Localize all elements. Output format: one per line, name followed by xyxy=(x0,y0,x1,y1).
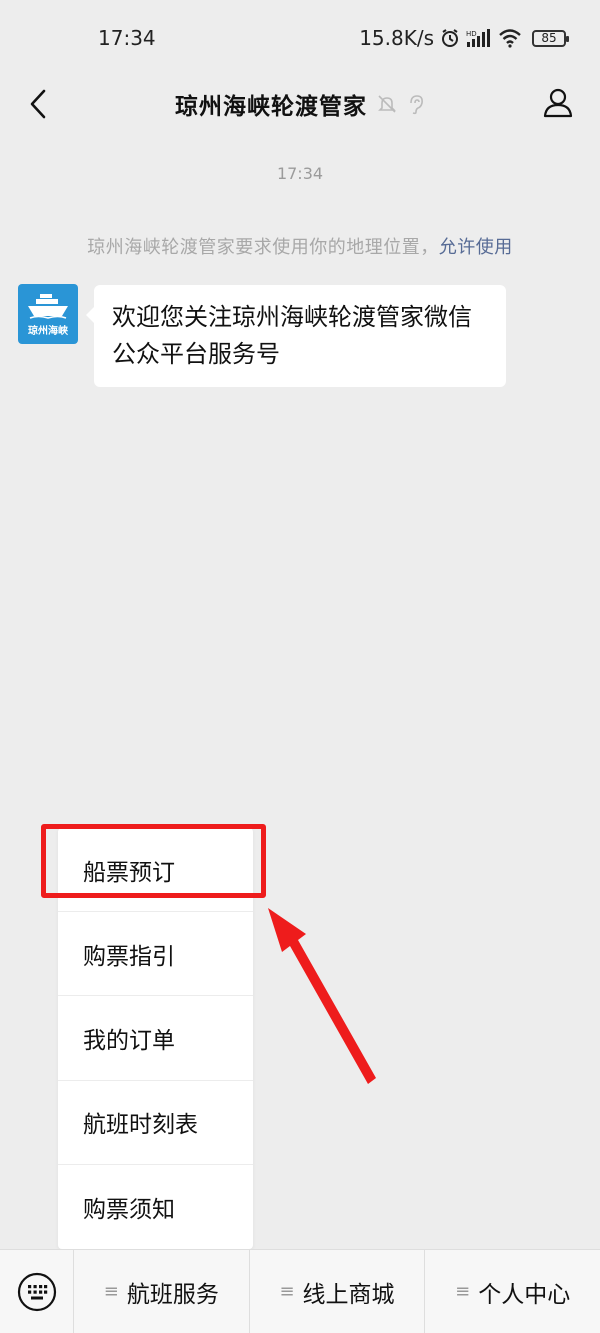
network-speed: 15.8K/s xyxy=(359,26,434,50)
back-icon xyxy=(30,89,46,119)
battery-level: 85 xyxy=(541,31,557,45)
service-menu-popup: 船票预订 购票指引 我的订单 航班时刻表 购票须知 xyxy=(58,828,253,1249)
nav-title-wrap: 琼州海峡轮渡管家 xyxy=(175,87,425,121)
tab-label: 线上商城 xyxy=(302,1281,395,1308)
system-message-text: 琼州海峡轮渡管家要求使用你的地理位置， xyxy=(87,237,439,258)
keyboard-toggle-button[interactable] xyxy=(0,1249,74,1333)
chat-timestamp: 17:34 xyxy=(276,164,324,183)
ear-icon xyxy=(407,93,425,115)
menu-item-ticket-booking[interactable]: 船票预订 xyxy=(58,828,253,913)
hd-signal-icon: HD xyxy=(466,28,492,48)
message-bubble[interactable]: 欢迎您关注琼州海峡轮渡管家微信公众平台服务号 xyxy=(86,285,506,387)
keyboard-icon xyxy=(17,1272,56,1311)
svg-text:HD: HD xyxy=(466,30,477,38)
tab-label: 个人中心 xyxy=(478,1281,571,1308)
page-title: 琼州海峡轮渡管家 xyxy=(175,94,367,120)
pointer-arrow-icon xyxy=(268,908,376,1084)
battery-icon: 85 xyxy=(532,29,569,47)
ship-icon xyxy=(28,293,68,319)
tab-online-mall[interactable]: ≡ 线上商城 xyxy=(250,1249,426,1333)
alarm-icon xyxy=(440,28,460,48)
wifi-icon xyxy=(498,28,522,48)
mute-bell-icon xyxy=(377,94,397,114)
back-button[interactable] xyxy=(16,82,60,126)
tab-flight-service[interactable]: ≡ 航班服务 xyxy=(74,1249,250,1333)
tab-personal-center[interactable]: ≡ 个人中心 xyxy=(425,1250,600,1333)
menu-lines-icon: ≡ xyxy=(455,1281,471,1302)
nav-bar: 琼州海峡轮渡管家 xyxy=(0,76,600,132)
bottom-menu-bar: ≡ 航班服务 ≡ 线上商城 ≡ 个人中心 xyxy=(0,1249,600,1333)
status-bar: 17:34 15.8K/s HD 85 xyxy=(0,0,600,76)
profile-icon xyxy=(543,88,573,118)
tab-label: 航班服务 xyxy=(126,1281,219,1308)
menu-lines-icon: ≡ xyxy=(103,1281,119,1302)
profile-button[interactable] xyxy=(536,80,580,124)
system-message: 琼州海峡轮渡管家要求使用你的地理位置，允许使用 xyxy=(0,233,600,259)
status-time: 17:34 xyxy=(98,26,156,50)
menu-item-my-orders[interactable]: 我的订单 xyxy=(58,996,253,1081)
avatar[interactable]: 琼州海峡 xyxy=(18,284,78,344)
menu-lines-icon: ≡ xyxy=(279,1281,295,1302)
menu-item-schedule[interactable]: 航班时刻表 xyxy=(58,1081,253,1165)
menu-item-purchase-guide[interactable]: 购票指引 xyxy=(58,912,253,997)
allow-location-link[interactable]: 允许使用 xyxy=(439,237,513,258)
status-right: 15.8K/s HD 85 xyxy=(359,26,569,50)
menu-item-purchase-notice[interactable]: 购票须知 xyxy=(58,1165,253,1249)
avatar-logo-text: 琼州海峡 xyxy=(28,325,68,337)
